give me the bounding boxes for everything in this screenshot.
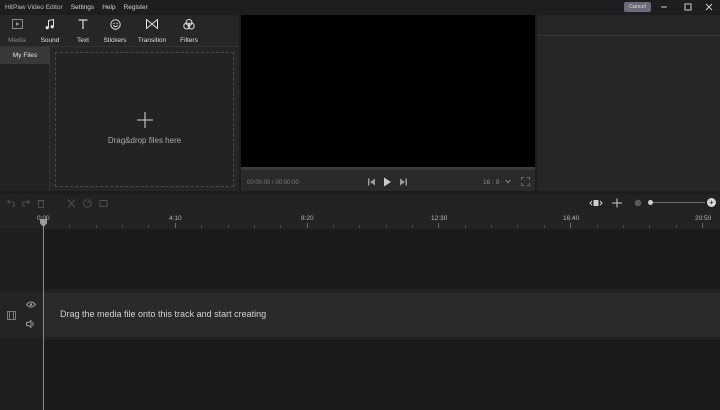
media-sidebar: My Files [0,47,50,191]
ruler-tick [333,225,334,228]
ruler-tick [69,225,70,228]
tab-label: Filters [180,37,198,44]
menu-register[interactable]: Register [124,4,148,11]
timeline-ruler[interactable]: 0:00 4:10 8:20 12:30 16:40 20:50 [0,212,720,229]
tab-transition[interactable]: Transition [136,18,168,44]
speaker-icon[interactable] [26,319,35,330]
zoom-slider-track[interactable] [651,202,705,203]
fullscreen-icon[interactable] [521,177,530,188]
tab-media[interactable]: Media [5,18,29,44]
ruler-tick [386,225,387,228]
timeline-tracks: Drag the media file onto this track and … [0,229,720,410]
speed-icon[interactable] [82,198,92,208]
ruler-tick [465,225,466,228]
music-note-icon [43,18,57,30]
ruler-tick [254,225,255,228]
ruler-tick [438,223,439,228]
ruler-tick [307,223,308,228]
undo-icon[interactable] [5,198,15,208]
timeline-toolbar: + [0,194,720,212]
tab-label: Sound [40,37,60,44]
tab-stickers[interactable]: Stickers [102,18,128,44]
close-icon[interactable] [703,2,715,12]
hitpaw-video-editor-window: HitPaw Video Editor Settings Help Regist… [0,0,720,410]
title-bar: HitPaw Video Editor Settings Help Regist… [0,0,720,14]
main-track-header [0,292,44,337]
tab-filters[interactable]: Filters [178,18,200,44]
zoom-slider-handle[interactable] [648,200,653,205]
zoom-out-icon[interactable] [633,198,643,208]
sidebar-item-my-files[interactable]: My Files [0,47,50,64]
redo-icon[interactable] [21,198,31,208]
playback-time: 00:00:00 / 00:00:00 [247,180,299,186]
tab-text[interactable]: Text [72,18,94,44]
properties-panel [537,15,720,191]
progress-track[interactable] [241,167,535,170]
ruler-tick [676,225,677,228]
tab-sound[interactable]: Sound [38,18,62,44]
ruler-tick [412,225,413,228]
ruler-tick [280,225,281,228]
toolbar-tabs: Media Sound Text Stickers Transition Fil… [0,15,239,46]
maximize-icon[interactable] [682,2,694,12]
ruler-tick [517,225,518,228]
ruler-tick [228,225,229,228]
ruler-tick [649,225,650,228]
crop-icon[interactable] [98,198,108,208]
tab-label: Stickers [103,37,127,44]
panel-divider [537,35,720,36]
ruler-tick [122,225,123,228]
film-icon [7,311,16,322]
empty-track[interactable] [44,229,720,291]
split-icon[interactable] [66,198,76,208]
tab-label: Transition [137,37,167,44]
playback-bar: 00:00:00 / 00:00:00 16 : 9 [241,167,535,191]
ruler-tick [623,225,624,228]
ruler-tick [544,225,545,228]
next-frame-icon[interactable] [399,178,408,188]
app-title: HitPaw Video Editor [5,3,63,11]
media-panel: Media Sound Text Stickers Transition Fil… [0,15,239,191]
ruler-tick [570,223,571,228]
ruler-tick [201,225,202,228]
ruler-tick [597,225,598,228]
cancel-button[interactable]: Cancel [624,2,651,12]
video-preview: 00:00:00 / 00:00:00 16 : 9 [241,15,535,191]
ruler-tick [175,223,176,228]
play-icon[interactable] [383,177,392,189]
ruler-tick [148,225,149,228]
ruler-ticks [0,212,720,229]
menu-settings[interactable]: Settings [71,4,95,11]
transition-icon [145,18,159,30]
snap-icon[interactable] [611,198,623,208]
empty-track[interactable] [44,338,720,410]
chevron-down-icon[interactable] [505,179,511,186]
menu-help[interactable]: Help [102,4,115,11]
aspect-ratio-select[interactable]: 16 : 9 [483,179,499,186]
minimize-icon[interactable] [658,2,670,12]
ruler-tick [702,223,703,228]
media-icon [10,18,24,30]
fit-timeline-icon[interactable] [589,198,603,208]
media-drop-zone[interactable]: Drag&drop files here [55,52,234,187]
text-icon [76,18,90,30]
add-media-icon[interactable] [136,111,154,129]
filters-icon [182,18,196,30]
previous-frame-icon[interactable] [367,178,376,188]
playhead[interactable] [43,219,44,410]
delete-icon[interactable] [36,198,46,208]
ruler-tick [491,225,492,228]
ruler-tick [359,225,360,228]
sticker-icon [108,18,122,30]
ruler-tick [96,225,97,228]
tab-label: Media [8,37,26,44]
tab-label: Text [77,37,89,44]
track-drop-hint: Drag the media file onto this track and … [60,309,267,319]
zoom-in-icon[interactable]: + [707,198,716,207]
drop-hint: Drag&drop files here [107,136,182,145]
eye-icon[interactable] [25,301,37,310]
